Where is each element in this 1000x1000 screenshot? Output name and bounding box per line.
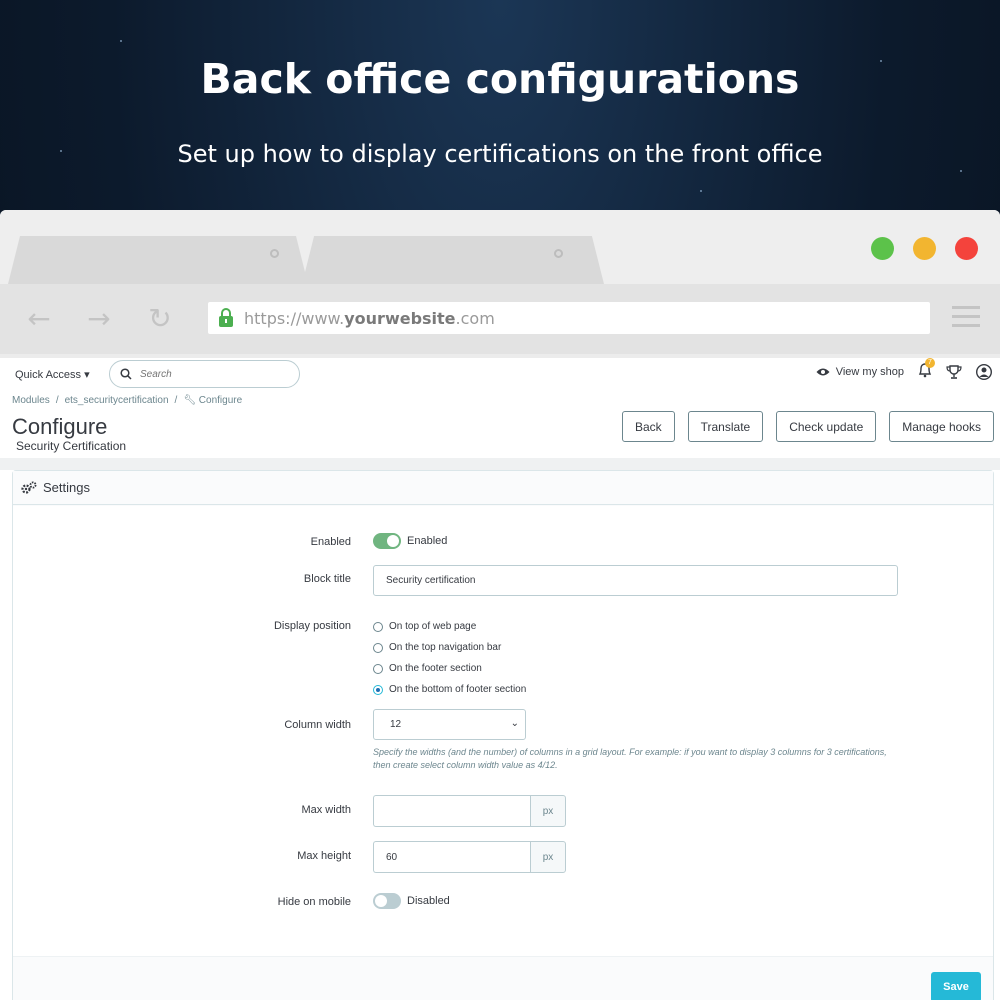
max-width-input[interactable] xyxy=(373,795,530,827)
lock-icon xyxy=(219,308,233,327)
select-value: 12 xyxy=(390,719,402,730)
enabled-state-text: Enabled xyxy=(407,534,448,547)
max-height-group: px xyxy=(373,841,566,873)
display-position-label: Display position xyxy=(273,620,351,632)
max-width-label: Max width xyxy=(301,804,351,816)
back-arrow-icon[interactable]: ← xyxy=(22,302,56,336)
column-width-help: Specify the widths (and the number) of c… xyxy=(373,747,887,770)
page-subtitle: Security Certification xyxy=(16,439,127,453)
url-prefix: https://www. xyxy=(244,308,345,328)
block-title-label: Block title xyxy=(303,573,351,585)
browser-tab[interactable] xyxy=(302,236,604,284)
hero-title: Back office configurations xyxy=(200,55,800,103)
view-shop-link[interactable]: View my shop xyxy=(816,366,904,378)
unit-addon: px xyxy=(530,795,566,827)
trophy-icon[interactable] xyxy=(946,364,962,380)
unit-addon: px xyxy=(530,841,566,873)
check-update-button[interactable]: Check update xyxy=(776,411,877,442)
radio-label: On the bottom of footer section xyxy=(389,684,527,695)
quick-access-dropdown[interactable]: Quick Access ▾ xyxy=(15,368,90,381)
hide-on-mobile-state-text: Disabled xyxy=(407,894,450,907)
notification-badge: 7 xyxy=(925,358,935,368)
address-bar[interactable]: https://www.yourwebsite.com xyxy=(208,302,930,334)
radio-option[interactable]: On the bottom of footer section xyxy=(373,679,526,700)
header-toolbar: Back Translate Check update Manage hooks xyxy=(621,411,994,442)
max-width-group: px xyxy=(373,795,566,827)
wrench-icon: 🔧︎ xyxy=(183,395,197,406)
back-button[interactable]: Back xyxy=(621,411,675,442)
user-icon[interactable] xyxy=(976,363,992,380)
browser-nav-bar: ← → ↻ https://www.yourwebsite.com xyxy=(0,284,1000,354)
radio-option[interactable]: On top of web page xyxy=(373,616,526,637)
caret-down-icon: ▾ xyxy=(84,369,90,381)
hero-subtitle: Set up how to display certifications on … xyxy=(177,140,823,168)
browser-menu-icon[interactable] xyxy=(952,306,980,333)
radio-button[interactable] xyxy=(373,642,383,653)
manage-hooks-button[interactable]: Manage hooks xyxy=(889,411,994,442)
admin-topbar: Quick Access ▾ View my shop xyxy=(0,358,1000,396)
max-height-input[interactable] xyxy=(373,841,530,873)
browser-tab-bar xyxy=(0,210,1000,284)
radio-option[interactable]: On the footer section xyxy=(373,658,526,679)
reload-icon[interactable]: ↻ xyxy=(143,302,177,336)
forward-arrow-icon[interactable]: → xyxy=(82,302,116,336)
max-height-label: Max height xyxy=(297,850,351,862)
panel-header: Settings xyxy=(13,471,993,505)
cogs-icon xyxy=(21,481,37,494)
column-width-select[interactable]: 12 ⌄ xyxy=(373,709,526,740)
browser-window: ← → ↻ https://www.yourwebsite.com Quick … xyxy=(0,210,1000,1000)
breadcrumb-item[interactable]: ets_securitycertification xyxy=(65,395,169,406)
eye-icon xyxy=(816,368,830,375)
close-window-button[interactable] xyxy=(955,237,978,260)
url-text: https://www.yourwebsite.com xyxy=(244,309,495,328)
notifications-button[interactable]: 7 xyxy=(918,358,935,381)
block-title-input[interactable] xyxy=(373,565,898,596)
radio-button[interactable] xyxy=(373,621,383,632)
radio-label: On the footer section xyxy=(389,663,482,674)
search-input[interactable] xyxy=(140,368,280,380)
minimize-window-button[interactable] xyxy=(913,237,936,260)
radio-option[interactable]: On the top navigation bar xyxy=(373,637,526,658)
url-domain: yourwebsite xyxy=(344,308,456,328)
settings-panel: Settings Enabled Enabled Block title Dis… xyxy=(12,470,994,1000)
star xyxy=(960,170,962,172)
breadcrumb-item[interactable]: Modules xyxy=(12,395,50,406)
maximize-window-button[interactable] xyxy=(871,237,894,260)
tab-close-icon[interactable] xyxy=(554,249,563,258)
search-box[interactable] xyxy=(109,360,300,388)
radio-button[interactable] xyxy=(373,663,383,674)
tab-close-icon[interactable] xyxy=(270,249,279,258)
quick-access-label: Quick Access xyxy=(15,369,82,381)
view-shop-label: View my shop xyxy=(835,365,904,378)
enabled-label: Enabled xyxy=(310,536,351,548)
enabled-toggle[interactable] xyxy=(373,532,401,549)
radio-label: On top of web page xyxy=(389,621,477,632)
admin-page: Quick Access ▾ View my shop xyxy=(0,358,1000,1000)
column-width-label: Column width xyxy=(284,719,351,731)
save-button[interactable]: Save xyxy=(931,972,981,1000)
topbar-right: View my shop 7 xyxy=(816,358,992,381)
star xyxy=(700,190,702,192)
radio-button-selected[interactable] xyxy=(373,684,383,695)
translate-button[interactable]: Translate xyxy=(687,411,764,442)
settings-form: Enabled Enabled Block title Display posi… xyxy=(13,506,993,956)
breadcrumb-item: Configure xyxy=(198,395,243,406)
content-divider xyxy=(0,458,1000,470)
url-suffix: .com xyxy=(455,308,495,328)
hide-on-mobile-label: Hide on mobile xyxy=(277,896,351,908)
star xyxy=(120,40,122,42)
radio-label: On the top navigation bar xyxy=(389,642,502,653)
breadcrumb: Modules / ets_securitycertification / 🔧︎ Con… xyxy=(12,395,243,406)
enabled-field: Enabled xyxy=(373,532,447,550)
display-position-radios: On top of web page On the top navigation… xyxy=(373,616,526,700)
browser-tab[interactable] xyxy=(8,236,308,284)
search-icon xyxy=(120,368,132,380)
hide-on-mobile-toggle[interactable] xyxy=(373,892,401,909)
chevron-down-icon: ⌄ xyxy=(510,718,519,729)
hide-on-mobile-field: Disabled xyxy=(373,892,450,910)
page-title: Configure xyxy=(12,414,108,439)
panel-footer: Save xyxy=(13,956,993,1000)
panel-title: Settings xyxy=(43,480,90,495)
